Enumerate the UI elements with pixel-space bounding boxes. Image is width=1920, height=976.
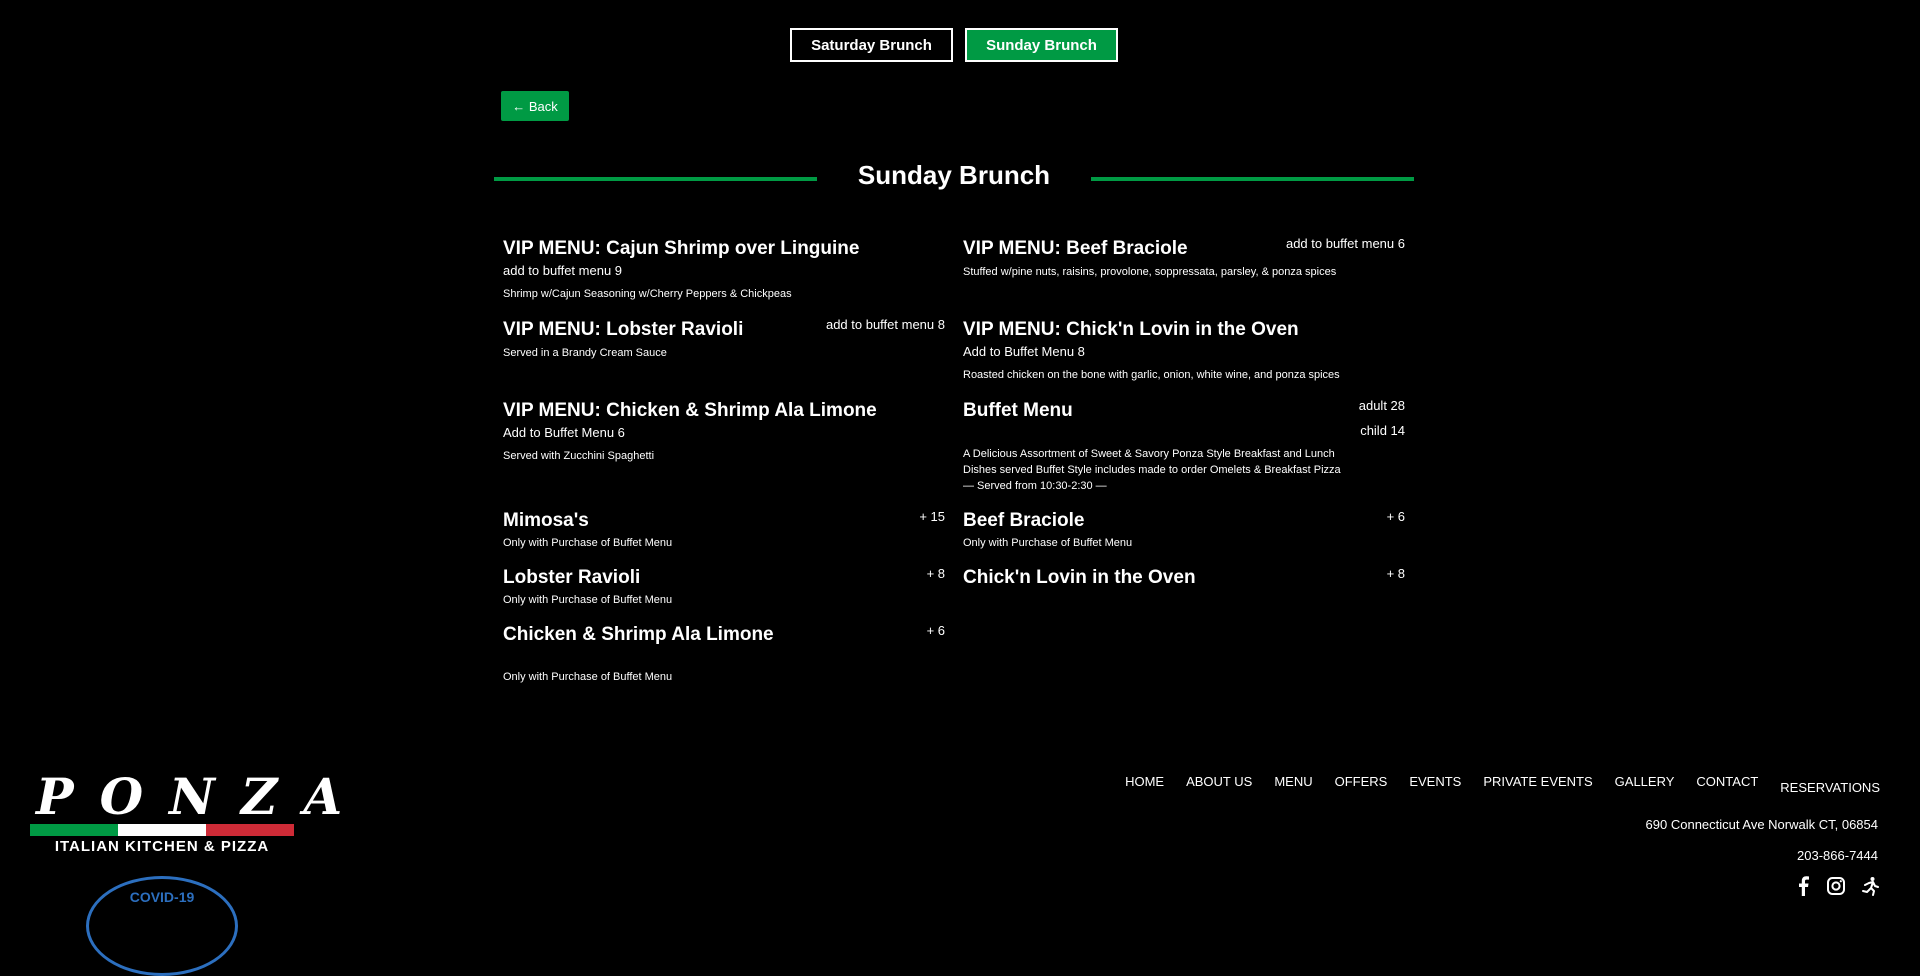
facebook-icon[interactable] bbox=[1794, 876, 1812, 896]
item-description-line-3: — Served from 10:30-2:30 — bbox=[963, 480, 1107, 492]
footer-address: 690 Connecticut Ave Norwalk CT, 06854 bbox=[1645, 817, 1878, 832]
ponza-logo[interactable]: PONZA ITALIAN KITCHEN & PIZZA bbox=[30, 767, 369, 855]
covid-19-badge[interactable]: COVID-19 bbox=[86, 876, 238, 976]
item-description: Only with Purchase of Buffet Menu bbox=[503, 537, 673, 549]
item-description: Only with Purchase of Buffet Menu bbox=[503, 594, 673, 606]
footer-nav: HOME ABOUT US MENU OFFERS EVENTS PRIVATE… bbox=[1125, 774, 1880, 795]
item-description-line-2: Dishes served Buffet Style includes made… bbox=[963, 464, 1341, 476]
social-links bbox=[1794, 876, 1880, 896]
buffet-child-price: child 14 bbox=[1360, 423, 1405, 438]
item-title: VIP MENU: Cajun Shrimp over Linguine bbox=[503, 238, 860, 259]
menu-item-cajun-shrimp: VIP MENU: Cajun Shrimp over Linguine add… bbox=[503, 238, 859, 302]
item-price: add to buffet menu 9 bbox=[503, 263, 623, 278]
nav-contact[interactable]: CONTACT bbox=[1696, 774, 1758, 795]
tab-sunday-brunch[interactable]: Sunday Brunch bbox=[965, 28, 1118, 62]
item-title: Buffet Menu bbox=[963, 400, 1073, 421]
nav-gallery[interactable]: GALLERY bbox=[1615, 774, 1675, 795]
italian-flag-stripe bbox=[30, 824, 294, 836]
menu-item-chicken-shrimp-limone: Chicken & Shrimp Ala Limone Only with Pu… bbox=[503, 624, 774, 685]
buffet-adult-price: adult 28 bbox=[1358, 398, 1405, 413]
item-price: + 8 bbox=[1386, 566, 1405, 581]
menu-item-chickn-lovin-vip: VIP MENU: Chick'n Lovin in the Oven Add … bbox=[963, 319, 1340, 383]
nav-menu[interactable]: MENU bbox=[1274, 774, 1312, 795]
instagram-icon[interactable] bbox=[1826, 876, 1846, 896]
brunch-tabs: Saturday Brunch Sunday Brunch bbox=[790, 28, 1118, 62]
item-title: Lobster Ravioli bbox=[503, 567, 641, 588]
item-price: + 8 bbox=[926, 566, 945, 581]
menu-item-mimosas: Mimosa's Only with Purchase of Buffet Me… bbox=[503, 510, 672, 551]
heading-divider-left bbox=[494, 177, 817, 181]
item-price: add to buffet menu 8 bbox=[825, 317, 945, 332]
item-title: VIP MENU: Beef Braciole bbox=[963, 238, 1188, 259]
page-title: Sunday Brunch bbox=[857, 160, 1051, 190]
nav-offers[interactable]: OFFERS bbox=[1335, 774, 1388, 795]
menu-item-beef-braciole: Beef Braciole Only with Purchase of Buff… bbox=[963, 510, 1132, 551]
item-description: Served with Zucchini Spaghetti bbox=[503, 450, 655, 462]
item-title: VIP MENU: Chicken & Shrimp Ala Limone bbox=[503, 400, 877, 421]
item-title: Chick'n Lovin in the Oven bbox=[963, 567, 1196, 588]
nav-events[interactable]: EVENTS bbox=[1409, 774, 1461, 795]
logo-tagline: ITALIAN KITCHEN & PIZZA bbox=[54, 838, 270, 855]
item-description: Stuffed w/pine nuts, raisins, provolone,… bbox=[963, 266, 1337, 278]
item-title: VIP MENU: Chick'n Lovin in the Oven bbox=[963, 319, 1299, 340]
nav-private-events[interactable]: PRIVATE EVENTS bbox=[1483, 774, 1592, 795]
item-description: Served in a Brandy Cream Sauce bbox=[503, 347, 667, 359]
item-price: + 15 bbox=[919, 509, 945, 524]
item-description: Roasted chicken on the bone with garlic,… bbox=[963, 369, 1340, 381]
item-description-line-1: A Delicious Assortment of Sweet & Savory… bbox=[963, 448, 1335, 460]
tab-saturday-brunch[interactable]: Saturday Brunch bbox=[790, 28, 953, 62]
item-price: Add to Buffet Menu 8 bbox=[963, 344, 1085, 359]
item-description: Shrimp w/Cajun Seasoning w/Cherry Pepper… bbox=[503, 288, 792, 300]
menu-item-buffet: Buffet Menu A Delicious Assortment of Sw… bbox=[963, 400, 1341, 494]
menu-item-lobster-ravioli: Lobster Ravioli Only with Purchase of Bu… bbox=[503, 567, 672, 608]
item-title: Beef Braciole bbox=[963, 510, 1085, 531]
item-price: Add to Buffet Menu 6 bbox=[503, 425, 625, 440]
item-title: VIP MENU: Lobster Ravioli bbox=[503, 319, 744, 340]
logo-wordmark: PONZA bbox=[36, 767, 369, 826]
running-person-icon[interactable] bbox=[1860, 876, 1880, 896]
covid-badge-label: COVID-19 bbox=[129, 889, 195, 905]
item-title: Mimosa's bbox=[503, 510, 589, 531]
menu-item-beef-braciole-vip: VIP MENU: Beef Braciole Stuffed w/pine n… bbox=[963, 238, 1336, 280]
item-price: + 6 bbox=[926, 623, 945, 638]
item-price: + 6 bbox=[1386, 509, 1405, 524]
item-price: add to buffet menu 6 bbox=[1285, 236, 1405, 251]
footer-phone[interactable]: 203-866-7444 bbox=[1797, 848, 1878, 863]
back-button[interactable]: ← Back bbox=[501, 91, 569, 121]
menu-item-lobster-ravioli-vip: VIP MENU: Lobster Ravioli Served in a Br… bbox=[503, 319, 743, 361]
item-title: Chicken & Shrimp Ala Limone bbox=[503, 624, 774, 645]
item-description: Only with Purchase of Buffet Menu bbox=[503, 671, 673, 683]
heading-divider-right bbox=[1091, 177, 1414, 181]
nav-about-us[interactable]: ABOUT US bbox=[1186, 774, 1252, 795]
menu-item-chicken-shrimp-limone-vip: VIP MENU: Chicken & Shrimp Ala Limone Ad… bbox=[503, 400, 877, 464]
item-description: Only with Purchase of Buffet Menu bbox=[963, 537, 1133, 549]
nav-home[interactable]: HOME bbox=[1125, 774, 1164, 795]
nav-reservations[interactable]: RESERVATIONS bbox=[1780, 780, 1880, 795]
menu-item-chickn-lovin: Chick'n Lovin in the Oven bbox=[963, 567, 1196, 589]
